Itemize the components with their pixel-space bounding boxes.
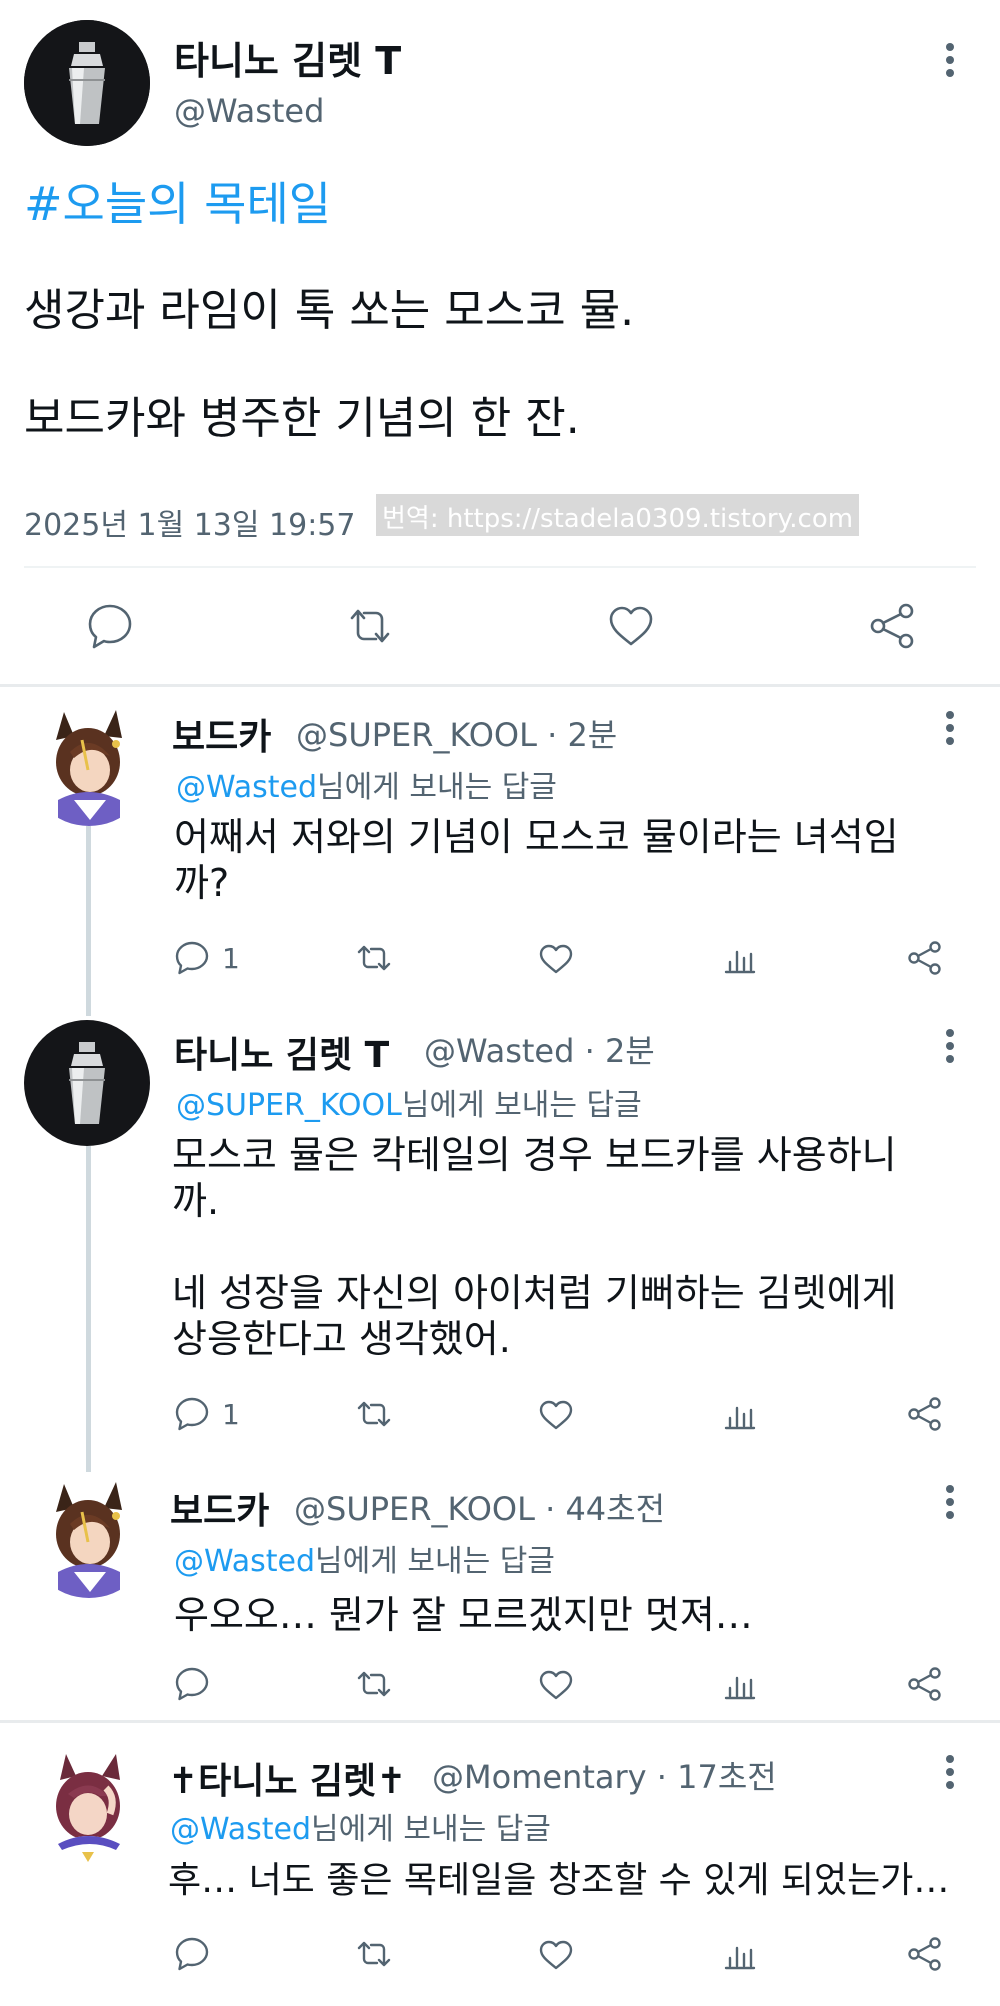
cocktail-shaker-icon (24, 20, 150, 146)
reply-icon (175, 941, 209, 975)
replying-to: @Wasted님에게 보내는 답글 (170, 1812, 551, 1847)
reply-author-name[interactable]: ✝타니노 김렛✝ (168, 1752, 406, 1804)
translation-watermark: 번역: https://stadela0309.tistory.com (376, 494, 860, 536)
cocktail-shaker-icon (24, 1020, 150, 1146)
horse-girl-avatar-icon (26, 1744, 152, 1870)
more-options-icon[interactable] (932, 1024, 968, 1068)
views-icon[interactable] (720, 1394, 760, 1434)
mention-link[interactable]: @Wasted (174, 1544, 315, 1579)
reply-button[interactable]: 1 (172, 1394, 240, 1434)
reply-handle-time[interactable]: @Wasted · 2분 (424, 1026, 655, 1072)
more-options-icon[interactable] (932, 1750, 968, 1794)
share-icon[interactable] (904, 1394, 944, 1434)
retweet-icon[interactable] (354, 938, 394, 978)
like-icon[interactable] (603, 598, 659, 654)
reply-handle-time[interactable]: @Momentary · 17초전 (432, 1752, 777, 1798)
reply-author-avatar[interactable] (24, 1020, 150, 1146)
reply-icon (175, 1667, 209, 1701)
reply-author-name[interactable]: 보드카 (172, 708, 271, 760)
like-icon[interactable] (536, 938, 576, 978)
reply-text-line: 모스코 뮬은 칵테일의 경우 보드카를 사용하니 (172, 1133, 897, 1177)
reply-text-line: 후… 너도 좋은 목테일을 창조할 수 있게 되었는가… (168, 1860, 950, 1901)
reply-author-avatar[interactable] (26, 1744, 152, 1870)
replying-to: @SUPER_KOOL님에게 보내는 답글 (176, 1088, 642, 1123)
hashtag-link[interactable]: #오늘의 목테일 (24, 168, 331, 234)
thread-connector (86, 1146, 91, 1472)
reply-handle-time[interactable]: @SUPER_KOOL · 44초전 (294, 1484, 665, 1530)
reply-text-line: 까? (174, 861, 230, 905)
more-options-icon[interactable] (932, 706, 968, 750)
views-icon[interactable] (720, 1664, 760, 1704)
reply-text-line: 우오오… 뭔가 잘 모르겠지만 멋져… (174, 1593, 753, 1637)
more-options-icon[interactable] (932, 38, 968, 82)
mention-link[interactable]: @Wasted (176, 770, 317, 805)
horse-girl-avatar-icon (26, 1472, 152, 1598)
reply-author-avatar[interactable] (26, 700, 152, 826)
like-icon[interactable] (536, 1394, 576, 1434)
reply-count: 1 (222, 1397, 240, 1431)
reply-icon[interactable] (82, 598, 138, 654)
reply-handle-time[interactable]: @SUPER_KOOL · 2분 (296, 710, 617, 756)
share-icon[interactable] (904, 1664, 944, 1704)
tweet-text-line: 생강과 라임이 톡 쏘는 모스코 뮬. (24, 285, 635, 336)
reply-button[interactable] (172, 1934, 212, 1974)
reply-button[interactable]: 1 (172, 938, 240, 978)
horse-girl-avatar-icon (26, 700, 152, 826)
replying-to: @Wasted님에게 보내는 답글 (174, 1544, 555, 1579)
views-icon[interactable] (720, 1934, 760, 1974)
share-icon[interactable] (864, 598, 920, 654)
mention-link[interactable]: @SUPER_KOOL (176, 1088, 402, 1123)
replying-to: @Wasted님에게 보내는 답글 (176, 770, 557, 805)
reply-button[interactable] (172, 1664, 212, 1704)
like-icon[interactable] (536, 1664, 576, 1704)
reply-author-name[interactable]: 타니노 김렛 T (174, 1026, 389, 1078)
section-divider (0, 684, 1000, 687)
thread-connector (86, 826, 91, 1016)
share-icon[interactable] (904, 938, 944, 978)
retweet-icon[interactable] (342, 598, 398, 654)
reply-count: 1 (222, 941, 240, 975)
main-author-handle[interactable]: @Wasted (174, 92, 324, 130)
main-author-avatar[interactable] (24, 20, 150, 146)
more-options-icon[interactable] (932, 1480, 968, 1524)
retweet-icon[interactable] (354, 1664, 394, 1704)
main-author-name[interactable]: 타니노 김렛 T (174, 30, 401, 85)
reply-icon (175, 1397, 209, 1431)
section-divider (0, 1720, 1000, 1723)
reply-text-line: 까. (172, 1179, 220, 1223)
share-icon[interactable] (904, 1934, 944, 1974)
reply-text-line: 네 성장을 자신의 아이처럼 기뻐하는 김렛에게 (172, 1271, 897, 1315)
reply-author-avatar[interactable] (26, 1472, 152, 1598)
retweet-icon[interactable] (354, 1934, 394, 1974)
like-icon[interactable] (536, 1934, 576, 1974)
reply-text-line: 어째서 저와의 기념이 모스코 뮬이라는 녀석임 (174, 815, 899, 859)
reply-text-line: 상응한다고 생각했어. (172, 1317, 511, 1361)
divider (24, 566, 976, 568)
tweet-timestamp[interactable]: 2025년 1월 13일 19:57 (24, 500, 355, 544)
reply-author-name[interactable]: 보드카 (170, 1482, 269, 1534)
views-icon[interactable] (720, 938, 760, 978)
mention-link[interactable]: @Wasted (170, 1812, 311, 1847)
reply-icon (175, 1937, 209, 1971)
tweet-text-line: 보드카와 병주한 기념의 한 잔. (24, 393, 580, 444)
retweet-icon[interactable] (354, 1394, 394, 1434)
